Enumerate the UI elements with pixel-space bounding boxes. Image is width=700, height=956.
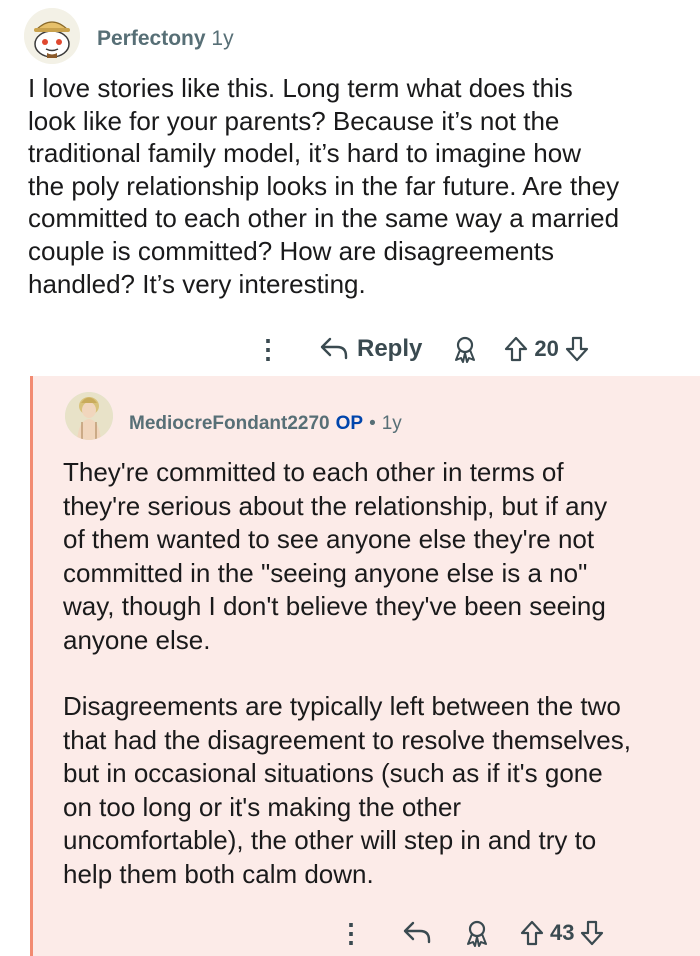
comment-body-paragraph-1: They're committed to each other in terms… xyxy=(63,457,608,655)
separator-dot: • xyxy=(369,413,376,434)
snoo-avatar-icon xyxy=(24,8,80,64)
award-icon[interactable] xyxy=(452,335,478,363)
comment-body-paragraph-2: Disagreements are typically left between… xyxy=(63,691,631,889)
kebab-menu-icon[interactable]: ⋮ xyxy=(255,334,281,365)
comment-action-bar: ⋮ Reply 20 xyxy=(255,329,589,369)
user-avatar[interactable] xyxy=(65,392,113,440)
user-avatar[interactable] xyxy=(24,8,80,64)
parent-comment: Perfectony 1y I love stories like this. … xyxy=(0,0,700,376)
award-icon[interactable] xyxy=(464,919,490,947)
downvote-icon[interactable] xyxy=(565,336,589,362)
comment-action-bar: ⋮ 43 xyxy=(338,913,604,953)
comment-author[interactable]: Perfectony 1y xyxy=(97,27,234,51)
reply-arrow-icon[interactable] xyxy=(402,920,432,946)
upvote-icon[interactable] xyxy=(520,920,544,946)
reply-comment: MediocreFondant2270 OP • 1y They're committ… xyxy=(30,376,700,956)
reply-arrow-icon[interactable] xyxy=(319,336,349,362)
op-badge: OP xyxy=(335,413,364,434)
profile-avatar-icon xyxy=(65,392,113,440)
vote-score: 20 xyxy=(534,336,559,361)
comment-age: 1y xyxy=(381,413,402,434)
comment-age: 1y xyxy=(211,27,234,50)
reply-button[interactable]: Reply xyxy=(357,335,422,363)
comment-body: I love stories like this. Long term what… xyxy=(28,73,620,299)
downvote-icon[interactable] xyxy=(580,920,604,946)
username[interactable]: Perfectony xyxy=(97,27,206,50)
comment-author[interactable]: MediocreFondant2270 OP • 1y xyxy=(129,413,402,435)
vote-score: 43 xyxy=(550,920,575,945)
username[interactable]: MediocreFondant2270 xyxy=(129,413,330,434)
kebab-menu-icon[interactable]: ⋮ xyxy=(338,918,364,949)
upvote-icon[interactable] xyxy=(504,336,528,362)
